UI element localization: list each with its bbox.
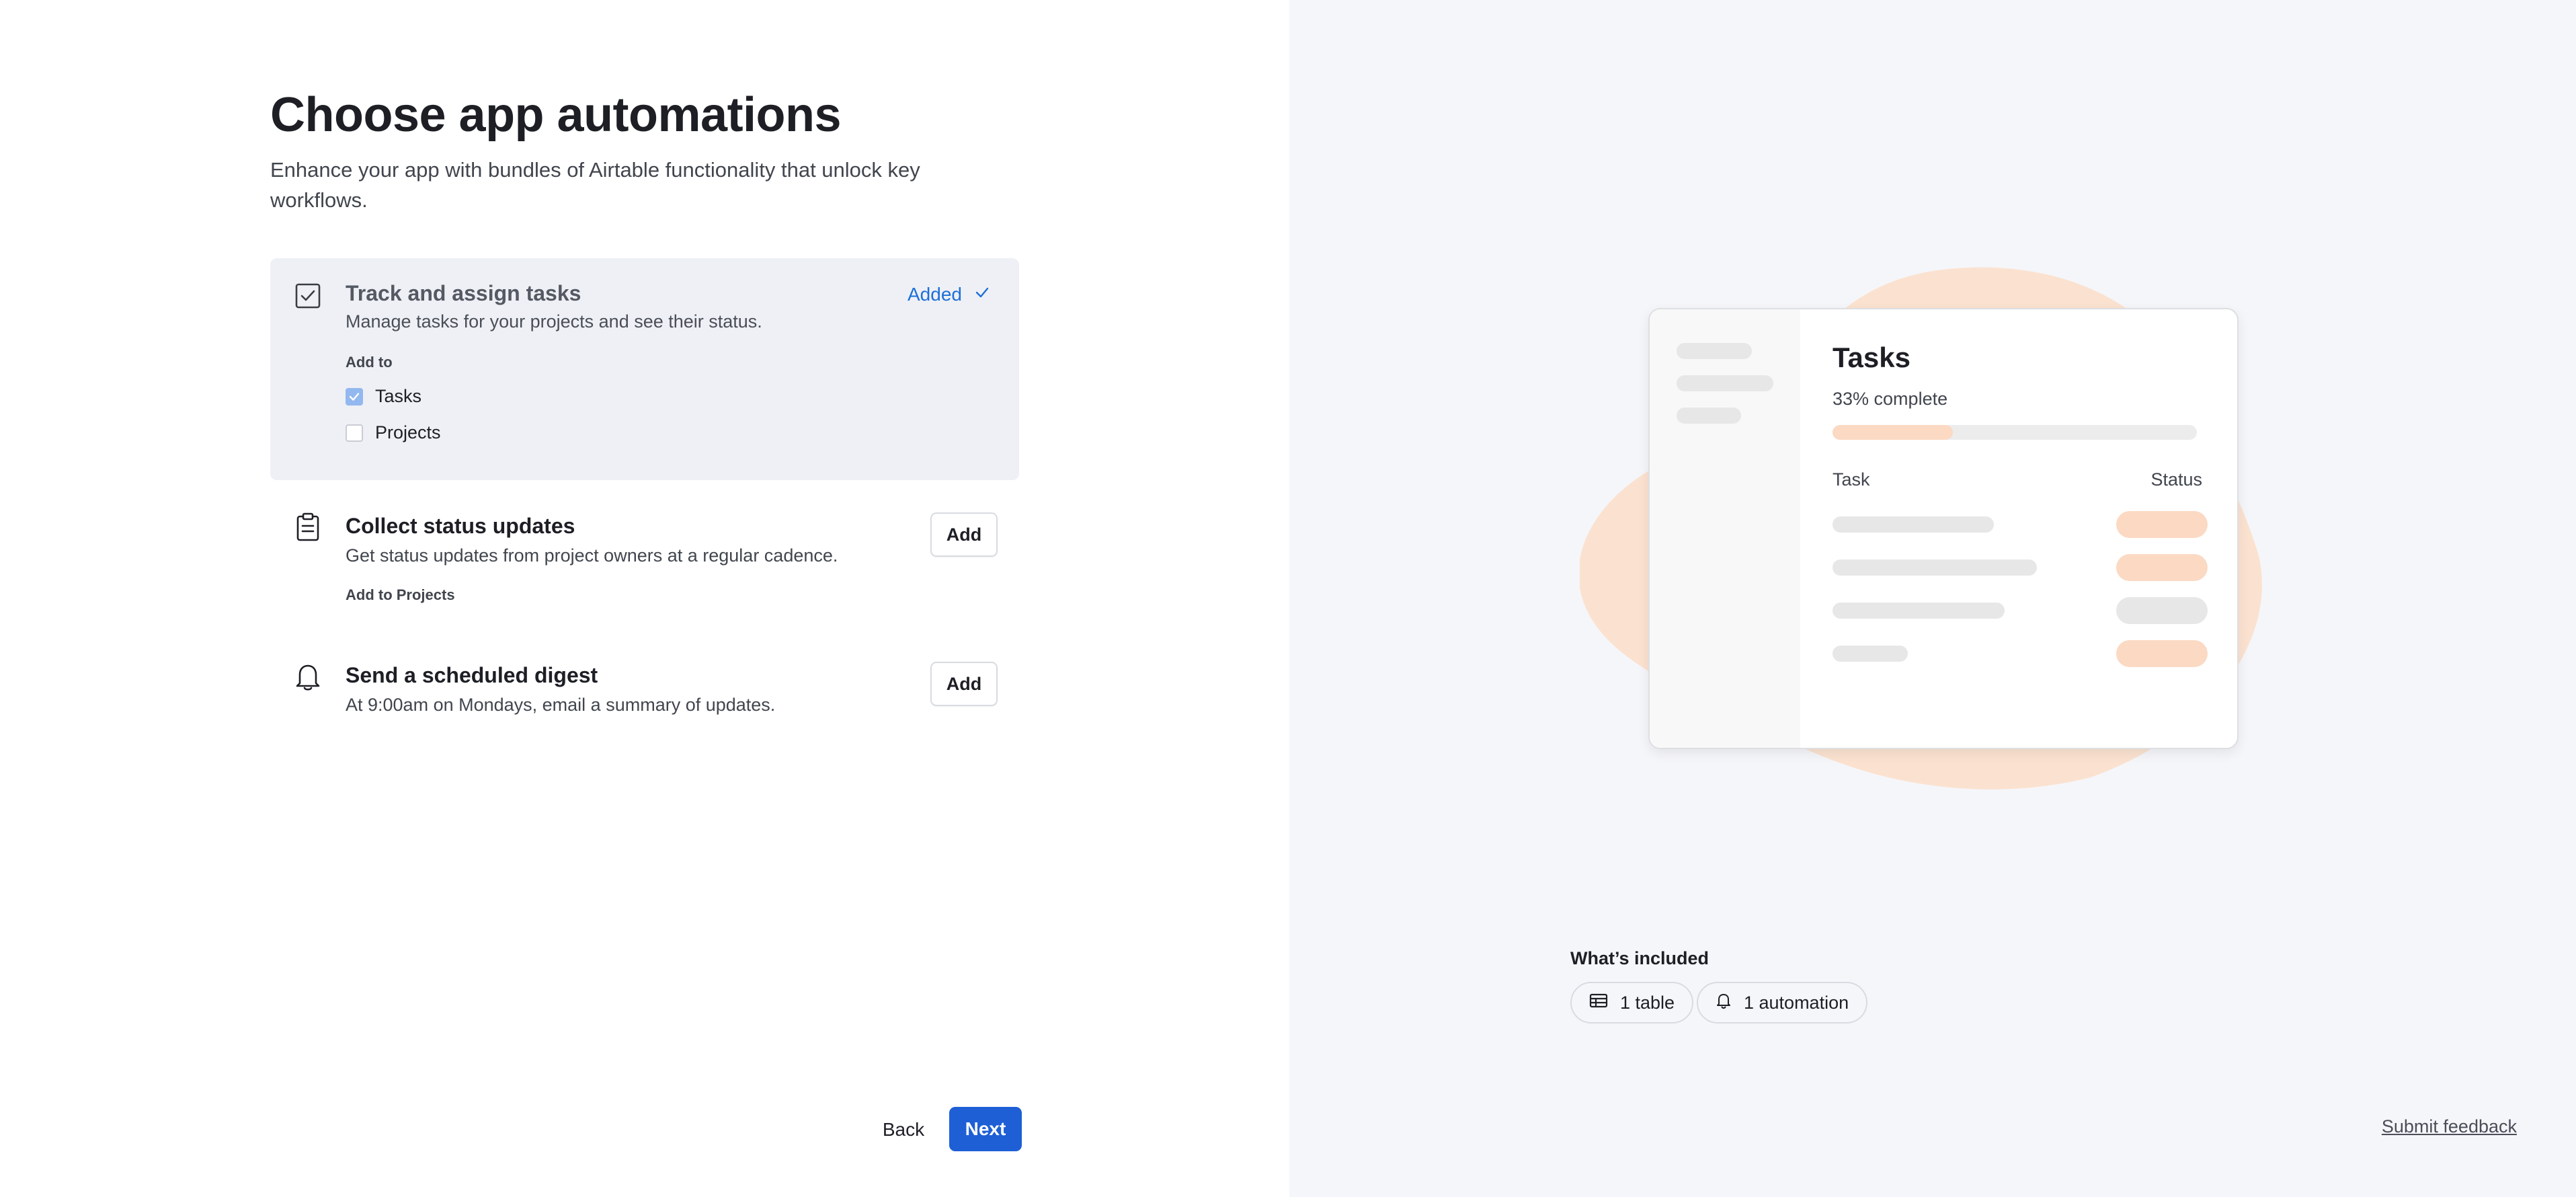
status-pill	[2116, 640, 2208, 667]
progress-fill	[1833, 425, 1953, 440]
add-digest-button[interactable]: Add	[930, 662, 998, 706]
card-title: Send a scheduled digest	[346, 663, 598, 687]
bell-icon	[294, 662, 321, 691]
chip-automation: 1 automation	[1697, 982, 1868, 1024]
clipboard-icon	[294, 512, 321, 541]
bell-icon	[1716, 992, 1732, 1014]
checkbox-square-icon	[294, 282, 321, 309]
preview-sidebar	[1650, 309, 1800, 748]
skeleton-line	[1677, 375, 1773, 391]
card-title: Collect status updates	[346, 514, 575, 538]
column-task: Task	[1833, 469, 1870, 490]
chip-table: 1 table	[1570, 982, 1694, 1024]
add-to-label: Add to	[346, 354, 393, 371]
projects-checkbox[interactable]	[346, 424, 363, 442]
option-label: Tasks	[375, 386, 422, 406]
status-pill	[2116, 511, 2208, 538]
back-button[interactable]: Back	[871, 1108, 936, 1151]
option-projects[interactable]: Projects	[346, 422, 441, 443]
add-status-updates-button[interactable]: Add	[930, 512, 998, 557]
skeleton-line	[1833, 559, 2037, 576]
tasks-checkbox[interactable]	[346, 387, 363, 406]
preview-card: Tasks 33% complete Task Status	[1648, 308, 2239, 749]
card-description: Manage tasks for your projects and see t…	[346, 311, 762, 332]
preview-title: Tasks	[1833, 342, 1910, 373]
page-subtitle: Enhance your app with bundles of Airtabl…	[270, 158, 920, 212]
option-tasks[interactable]: Tasks	[346, 386, 421, 407]
column-status: Status	[2150, 469, 2202, 490]
automation-card-status-updates: Collect status updates Get status update…	[270, 494, 1019, 621]
add-to-note: Add to Projects	[346, 586, 455, 603]
card-description: At 9:00am on Mondays, email a summary of…	[346, 695, 776, 715]
skeleton-line	[1677, 343, 1752, 359]
progress-label: 33% complete	[1833, 389, 1948, 409]
automation-card-scheduled-digest: Send a scheduled digest At 9:00am on Mon…	[270, 643, 1019, 737]
check-icon	[974, 284, 990, 305]
table-icon	[1589, 993, 1608, 1013]
status-pill	[2116, 554, 2208, 581]
skeleton-line	[1833, 516, 1994, 533]
skeleton-line	[1677, 408, 1741, 424]
chip-label: 1 automation	[1744, 992, 1849, 1013]
next-button[interactable]: Next	[949, 1107, 1022, 1151]
status-pill-neutral	[2116, 597, 2208, 624]
progress-bar	[1833, 425, 2197, 440]
card-title: Track and assign tasks	[346, 281, 581, 305]
added-label: Added	[908, 284, 962, 305]
automation-card-track-tasks[interactable]: Track and assign tasks Manage tasks for …	[270, 258, 1019, 480]
skeleton-line	[1833, 646, 1908, 662]
card-description: Get status updates from project owners a…	[346, 545, 838, 566]
option-label: Projects	[375, 422, 441, 442]
chip-label: 1 table	[1620, 992, 1675, 1013]
whats-included-heading: What’s included	[1570, 948, 1709, 968]
page-title: Choose app automations	[270, 88, 842, 142]
skeleton-line	[1833, 603, 2005, 619]
added-button[interactable]: Added	[898, 274, 1000, 315]
submit-feedback-link[interactable]: Submit feedback	[2382, 1116, 2517, 1137]
